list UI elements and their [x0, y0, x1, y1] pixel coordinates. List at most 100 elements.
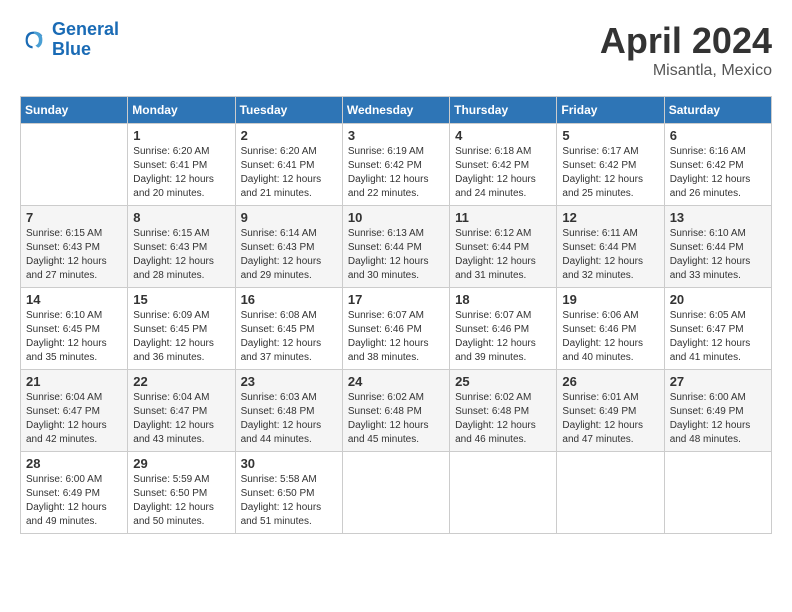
calendar-cell: 28 Sunrise: 6:00 AM Sunset: 6:49 PM Dayli… — [21, 452, 128, 534]
day-number: 21 — [26, 374, 122, 389]
weekday-header-saturday: Saturday — [664, 97, 771, 124]
day-info: Sunrise: 6:08 AM Sunset: 6:45 PM Dayligh… — [241, 309, 337, 365]
day-number: 30 — [241, 456, 337, 471]
calendar-cell: 29 Sunrise: 5:59 AM Sunset: 6:50 PM Dayli… — [128, 452, 235, 534]
day-info: Sunrise: 6:02 AM Sunset: 6:48 PM Dayligh… — [348, 391, 444, 447]
title-block: April 2024 Misantla, Mexico — [600, 20, 772, 80]
calendar-cell: 21 Sunrise: 6:04 AM Sunset: 6:47 PM Dayli… — [21, 370, 128, 452]
day-info: Sunrise: 6:18 AM Sunset: 6:42 PM Dayligh… — [455, 145, 551, 201]
day-number: 27 — [670, 374, 766, 389]
day-info: Sunrise: 6:09 AM Sunset: 6:45 PM Dayligh… — [133, 309, 229, 365]
day-number: 20 — [670, 292, 766, 307]
calendar-cell — [21, 124, 128, 206]
day-info: Sunrise: 6:07 AM Sunset: 6:46 PM Dayligh… — [455, 309, 551, 365]
day-info: Sunrise: 6:04 AM Sunset: 6:47 PM Dayligh… — [133, 391, 229, 447]
calendar-cell: 24Sunrise: 6:02 AM Sunset: 6:48 PM Dayli… — [342, 370, 449, 452]
calendar-cell: 20 Sunrise: 6:05 AM Sunset: 6:47 PM Dayli… — [664, 288, 771, 370]
day-info: Sunrise: 6:14 AM Sunset: 6:43 PM Dayligh… — [241, 227, 337, 283]
day-info: Sunrise: 6:15 AM Sunset: 6:43 PM Dayligh… — [26, 227, 122, 283]
calendar-table: SundayMondayTuesdayWednesdayThursdayFrid… — [20, 96, 772, 534]
day-info: Sunrise: 6:12 AM Sunset: 6:44 PM Dayligh… — [455, 227, 551, 283]
day-number: 15 — [133, 292, 229, 307]
calendar-cell: 6Sunrise: 6:16 AM Sunset: 6:42 PM Daylig… — [664, 124, 771, 206]
day-number: 8 — [133, 210, 229, 225]
calendar-cell: 10Sunrise: 6:13 AM Sunset: 6:44 PM Dayli… — [342, 206, 449, 288]
calendar-cell: 5Sunrise: 6:17 AM Sunset: 6:42 PM Daylig… — [557, 124, 664, 206]
day-number: 29 — [133, 456, 229, 471]
calendar-cell: 14Sunrise: 6:10 AM Sunset: 6:45 PM Dayli… — [21, 288, 128, 370]
calendar-cell: 27 Sunrise: 6:00 AM Sunset: 6:49 PM Dayli… — [664, 370, 771, 452]
calendar-cell: 16 Sunrise: 6:08 AM Sunset: 6:45 PM Dayli… — [235, 288, 342, 370]
day-number: 10 — [348, 210, 444, 225]
day-info: Sunrise: 6:06 AM Sunset: 6:46 PM Dayligh… — [562, 309, 658, 365]
calendar-cell: 23 Sunrise: 6:03 AM Sunset: 6:48 PM Dayli… — [235, 370, 342, 452]
day-info: Sunrise: 6:01 AM Sunset: 6:49 PM Dayligh… — [562, 391, 658, 447]
day-number: 7 — [26, 210, 122, 225]
calendar-cell: 2Sunrise: 6:20 AM Sunset: 6:41 PM Daylig… — [235, 124, 342, 206]
day-info: Sunrise: 6:16 AM Sunset: 6:42 PM Dayligh… — [670, 145, 766, 201]
day-number: 4 — [455, 128, 551, 143]
day-info: Sunrise: 6:15 AM Sunset: 6:43 PM Dayligh… — [133, 227, 229, 283]
day-info: Sunrise: 6:20 AM Sunset: 6:41 PM Dayligh… — [241, 145, 337, 201]
day-info: Sunrise: 6:02 AM Sunset: 6:48 PM Dayligh… — [455, 391, 551, 447]
calendar-cell: 13 Sunrise: 6:10 AM Sunset: 6:44 PM Dayli… — [664, 206, 771, 288]
location-title: Misantla, Mexico — [600, 62, 772, 80]
day-number: 5 — [562, 128, 658, 143]
weekday-header-monday: Monday — [128, 97, 235, 124]
day-info: Sunrise: 6:00 AM Sunset: 6:49 PM Dayligh… — [670, 391, 766, 447]
calendar-cell: 18 Sunrise: 6:07 AM Sunset: 6:46 PM Dayli… — [450, 288, 557, 370]
day-number: 23 — [241, 374, 337, 389]
week-row-4: 21 Sunrise: 6:04 AM Sunset: 6:47 PM Dayli… — [21, 370, 772, 452]
logo-line1: General — [52, 19, 119, 39]
weekday-header-friday: Friday — [557, 97, 664, 124]
calendar-cell: 19 Sunrise: 6:06 AM Sunset: 6:46 PM Dayli… — [557, 288, 664, 370]
calendar-cell: 1 Sunrise: 6:20 AM Sunset: 6:41 PM Daylig… — [128, 124, 235, 206]
day-info: Sunrise: 6:10 AM Sunset: 6:44 PM Dayligh… — [670, 227, 766, 283]
calendar-cell: 11 Sunrise: 6:12 AM Sunset: 6:44 PM Dayli… — [450, 206, 557, 288]
day-info: Sunrise: 5:59 AM Sunset: 6:50 PM Dayligh… — [133, 473, 229, 529]
day-number: 19 — [562, 292, 658, 307]
week-row-5: 28 Sunrise: 6:00 AM Sunset: 6:49 PM Dayli… — [21, 452, 772, 534]
day-info: Sunrise: 6:04 AM Sunset: 6:47 PM Dayligh… — [26, 391, 122, 447]
day-info: Sunrise: 5:58 AM Sunset: 6:50 PM Dayligh… — [241, 473, 337, 529]
day-number: 25 — [455, 374, 551, 389]
weekday-header-row: SundayMondayTuesdayWednesdayThursdayFrid… — [21, 97, 772, 124]
calendar-cell: 3Sunrise: 6:19 AM Sunset: 6:42 PM Daylig… — [342, 124, 449, 206]
month-title: April 2024 — [600, 20, 772, 62]
weekday-header-thursday: Thursday — [450, 97, 557, 124]
calendar-cell: 7 Sunrise: 6:15 AM Sunset: 6:43 PM Daylig… — [21, 206, 128, 288]
day-info: Sunrise: 6:11 AM Sunset: 6:44 PM Dayligh… — [562, 227, 658, 283]
page-header: General Blue April 2024 Misantla, Mexico — [20, 20, 772, 80]
logo-text: General Blue — [52, 20, 119, 60]
day-number: 16 — [241, 292, 337, 307]
day-info: Sunrise: 6:03 AM Sunset: 6:48 PM Dayligh… — [241, 391, 337, 447]
day-number: 9 — [241, 210, 337, 225]
calendar-cell: 17 Sunrise: 6:07 AM Sunset: 6:46 PM Dayli… — [342, 288, 449, 370]
day-number: 18 — [455, 292, 551, 307]
day-number: 13 — [670, 210, 766, 225]
calendar-cell: 15 Sunrise: 6:09 AM Sunset: 6:45 PM Dayli… — [128, 288, 235, 370]
day-number: 1 — [133, 128, 229, 143]
logo-line2: Blue — [52, 40, 119, 60]
day-number: 28 — [26, 456, 122, 471]
calendar-cell: 9 Sunrise: 6:14 AM Sunset: 6:43 PM Daylig… — [235, 206, 342, 288]
day-number: 11 — [455, 210, 551, 225]
day-info: Sunrise: 6:20 AM Sunset: 6:41 PM Dayligh… — [133, 145, 229, 201]
calendar-cell: 22 Sunrise: 6:04 AM Sunset: 6:47 PM Dayli… — [128, 370, 235, 452]
calendar-cell — [450, 452, 557, 534]
week-row-2: 7 Sunrise: 6:15 AM Sunset: 6:43 PM Daylig… — [21, 206, 772, 288]
day-info: Sunrise: 6:19 AM Sunset: 6:42 PM Dayligh… — [348, 145, 444, 201]
day-number: 26 — [562, 374, 658, 389]
logo-icon — [20, 26, 48, 54]
day-info: Sunrise: 6:00 AM Sunset: 6:49 PM Dayligh… — [26, 473, 122, 529]
day-info: Sunrise: 6:05 AM Sunset: 6:47 PM Dayligh… — [670, 309, 766, 365]
day-number: 17 — [348, 292, 444, 307]
day-number: 22 — [133, 374, 229, 389]
logo: General Blue — [20, 20, 119, 60]
calendar-cell: 12Sunrise: 6:11 AM Sunset: 6:44 PM Dayli… — [557, 206, 664, 288]
day-info: Sunrise: 6:07 AM Sunset: 6:46 PM Dayligh… — [348, 309, 444, 365]
week-row-1: 1 Sunrise: 6:20 AM Sunset: 6:41 PM Daylig… — [21, 124, 772, 206]
weekday-header-wednesday: Wednesday — [342, 97, 449, 124]
calendar-cell: 26 Sunrise: 6:01 AM Sunset: 6:49 PM Dayli… — [557, 370, 664, 452]
calendar-cell — [557, 452, 664, 534]
